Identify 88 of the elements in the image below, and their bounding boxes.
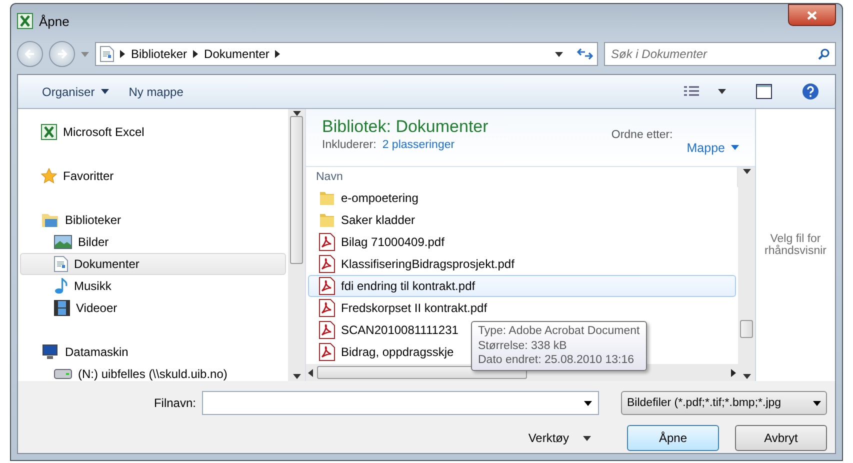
sidebar-item[interactable]: (N:) uibfelles (\\skuld.uib.no) [20, 363, 286, 381]
tools-menu[interactable]: Verktøy [522, 430, 597, 446]
scroll-thumb[interactable] [740, 320, 753, 338]
filename-field[interactable] [202, 391, 599, 415]
sidebar-item[interactable]: Musikk [20, 275, 286, 297]
window-title: Åpne [39, 14, 70, 28]
file-type-dropdown[interactable]: Bildefiler (*.pdf;*.tif;*.bmp;*.jpg [621, 391, 827, 415]
breadcrumb[interactable]: Dokumenter [204, 47, 270, 61]
breadcrumb[interactable]: Biblioteker [131, 47, 188, 61]
arrange-dropdown[interactable]: Mappe [686, 129, 739, 166]
sidebar-item[interactable]: Videoer [20, 297, 286, 319]
sidebar-item[interactable]: Microsoft Excel [20, 121, 286, 143]
sidebar-item[interactable]: Biblioteker [20, 209, 286, 231]
caret-icon [583, 436, 591, 440]
help-icon[interactable] [802, 83, 819, 100]
preview-message: rhåndsvisnir [764, 245, 826, 257]
spreadsheet-icon [41, 124, 57, 140]
pdf-icon [319, 233, 335, 251]
music-note-icon [54, 278, 68, 294]
tooltip: Type: Adobe Acrobat Document Størrelse: 338 kB Dato endret: 25.08.2010 13:16 [471, 321, 647, 370]
library-title: Bibliotek: Dokumenter [322, 117, 488, 137]
document-icon [100, 46, 114, 62]
film-icon [54, 300, 70, 316]
chevron-icon [731, 368, 736, 376]
dialog-button[interactable]: Åpne [627, 425, 719, 451]
toolbar-button[interactable]: Organiser [34, 80, 117, 102]
image-icon [54, 235, 72, 249]
caret-icon [555, 52, 563, 56]
file-row[interactable]: Saker kladder [308, 209, 420, 231]
file-row[interactable]: KlassifiseringBidragsprosjekt.pdf [308, 253, 520, 275]
search-icon [818, 48, 830, 60]
locations-link[interactable]: 2 plasseringer [382, 139, 455, 151]
preview-pane-icon[interactable] [756, 84, 772, 99]
pdf-icon [319, 343, 335, 361]
caret-icon [731, 145, 739, 150]
scroll-thumb[interactable] [290, 116, 303, 264]
filename-label: Filnavn: [154, 396, 196, 410]
includes-label: Inkluderer: [322, 139, 376, 151]
file-row[interactable]: Bilag 71000409.pdf [308, 231, 450, 253]
folder-icon [41, 212, 59, 228]
caret-icon [81, 52, 89, 56]
pdf-icon [319, 277, 335, 295]
caret-icon [813, 400, 821, 406]
scrollbar[interactable] [738, 167, 755, 381]
refresh-icon[interactable] [577, 47, 593, 61]
drive-icon [54, 369, 72, 379]
address-bar[interactable]: Biblioteker Dokumenter [95, 42, 598, 66]
dialog-button[interactable]: Avbryt [735, 425, 827, 451]
file-row[interactable]: e-ompoetering [308, 187, 424, 209]
star-icon [41, 168, 57, 184]
pdf-icon [319, 299, 335, 317]
caret-icon [584, 400, 592, 406]
folder-icon [319, 190, 335, 206]
sidebar-item[interactable]: Favoritter [20, 165, 286, 187]
caret-icon [292, 374, 300, 379]
back-arrow-icon [25, 49, 35, 59]
forward-arrow-icon [57, 49, 67, 59]
caret-icon [742, 374, 750, 379]
close-icon [807, 10, 817, 20]
chevron-icon [275, 50, 280, 58]
caret-icon [742, 169, 750, 174]
folder-icon [319, 212, 335, 228]
chevron-icon [193, 50, 198, 58]
spreadsheet-icon [17, 13, 33, 29]
toolbar-button[interactable]: Ny mappe [120, 80, 192, 102]
file-row[interactable]: fdi endring til kontrakt.pdf [308, 275, 736, 297]
caret-icon [718, 89, 726, 94]
computer-icon [41, 344, 59, 360]
pdf-icon [319, 255, 335, 273]
arrange-label: Ordne etter: [611, 129, 673, 143]
document-icon [54, 256, 68, 272]
forward-button[interactable] [49, 41, 75, 67]
left-arrow-icon [308, 368, 313, 376]
preview-message: Velg fil for [770, 233, 821, 245]
sidebar-item[interactable]: Bilder [20, 231, 286, 253]
sidebar-item[interactable]: Datamaskin [20, 341, 286, 363]
pdf-icon [319, 321, 335, 339]
file-row[interactable]: SCAN2010081111231 [308, 319, 464, 341]
view-list-icon[interactable] [684, 86, 700, 98]
scroll-thumb[interactable] [317, 366, 527, 379]
back-button[interactable] [17, 41, 43, 67]
close-button[interactable] [788, 4, 836, 26]
search-field[interactable]: Søk i Dokumenter [604, 42, 836, 66]
file-row[interactable]: Bidrag, oppdragsskje [308, 341, 459, 363]
sidebar-item[interactable]: Dokumenter [20, 253, 286, 275]
scrollbar[interactable] [288, 109, 305, 381]
chevron-icon [120, 50, 125, 58]
file-row[interactable]: Fredskorpset II kontrakt.pdf [308, 297, 492, 319]
